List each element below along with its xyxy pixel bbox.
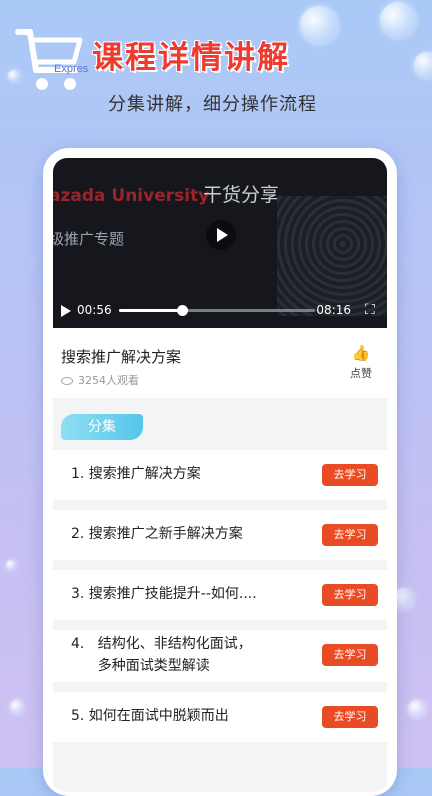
decor-bubble	[6, 560, 16, 570]
list-item[interactable]: 3. 搜索推广技能提升--如何.... 去学习	[53, 570, 387, 620]
learn-button[interactable]: 去学习	[322, 524, 378, 546]
episode-title: 3. 搜索推广技能提升--如何....	[71, 586, 257, 602]
view-count: 3254人观看	[61, 372, 139, 388]
page-subheadline: 分集讲解，细分操作流程	[108, 94, 317, 115]
list-item[interactable]: 2. 搜索推广之新手解决方案 去学习	[53, 510, 387, 560]
app-logo: Expres	[14, 26, 96, 98]
decor-bubble	[380, 2, 416, 38]
video-overlay-topic: 级推广专题	[53, 230, 125, 248]
list-item[interactable]: 5. 如何在面试中脱颖而出 去学习	[53, 692, 387, 742]
decor-bubble	[10, 700, 24, 714]
like-label: 点赞	[350, 367, 372, 380]
current-time: 00:56	[77, 303, 112, 317]
episode-title-line2: 多种面试类型解读	[71, 658, 210, 674]
play-icon[interactable]	[206, 220, 236, 250]
episode-title: 2. 搜索推广之新手解决方案	[71, 526, 243, 542]
view-count-text: 3254人观看	[78, 374, 139, 387]
course-info: 搜索推广解决方案 3254人观看 👍 点赞	[53, 328, 387, 398]
video-controls: 00:56 08:16 ⛶	[53, 294, 387, 328]
episode-title-line1: 4. 结构化、非结构化面试，	[71, 636, 252, 652]
thumbs-up-icon: 👍	[351, 344, 371, 362]
episode-list: 分集 1. 搜索推广解决方案 去学习 2. 搜索推广之新手解决方案 去学习 3.…	[53, 398, 387, 792]
play-button[interactable]	[61, 305, 71, 317]
progress-knob[interactable]	[176, 305, 188, 316]
list-item[interactable]: 4. 结构化、非结构化面试， 多种面试类型解读 去学习	[53, 630, 387, 682]
page-headline: 课程详情讲解	[92, 40, 290, 76]
learn-button[interactable]: 去学习	[322, 584, 378, 606]
course-title: 搜索推广解决方案	[61, 348, 182, 366]
video-overlay-university: azada University	[53, 186, 210, 206]
like-button[interactable]: 👍 点赞	[341, 344, 381, 381]
episode-title: 1. 搜索推广解决方案	[71, 466, 201, 482]
cart-icon: Expres	[15, 29, 89, 90]
learn-button[interactable]: 去学习	[322, 706, 378, 728]
progress-fill	[119, 309, 182, 312]
decor-bubble	[414, 52, 432, 78]
duration: 08:16	[316, 303, 351, 317]
svg-text:Expres: Expres	[54, 63, 89, 75]
decor-bubble	[408, 700, 426, 718]
list-item[interactable]: 1. 搜索推广解决方案 去学习	[53, 450, 387, 500]
learn-button[interactable]: 去学习	[322, 644, 378, 666]
video-player[interactable]: azada University 级推广专题 干货分享 00:56 08:16 …	[53, 158, 387, 328]
eye-icon	[61, 377, 73, 385]
video-overlay-title: 干货分享	[203, 184, 280, 206]
episode-title: 5. 如何在面试中脱颖而出	[71, 708, 229, 724]
fullscreen-icon[interactable]: ⛶	[365, 303, 379, 317]
phone-frame: azada University 级推广专题 干货分享 00:56 08:16 …	[43, 148, 397, 796]
progress-bar[interactable]	[119, 305, 315, 316]
tab-episodes[interactable]: 分集	[61, 414, 143, 440]
learn-button[interactable]: 去学习	[322, 464, 378, 486]
decor-bubble	[300, 6, 338, 44]
